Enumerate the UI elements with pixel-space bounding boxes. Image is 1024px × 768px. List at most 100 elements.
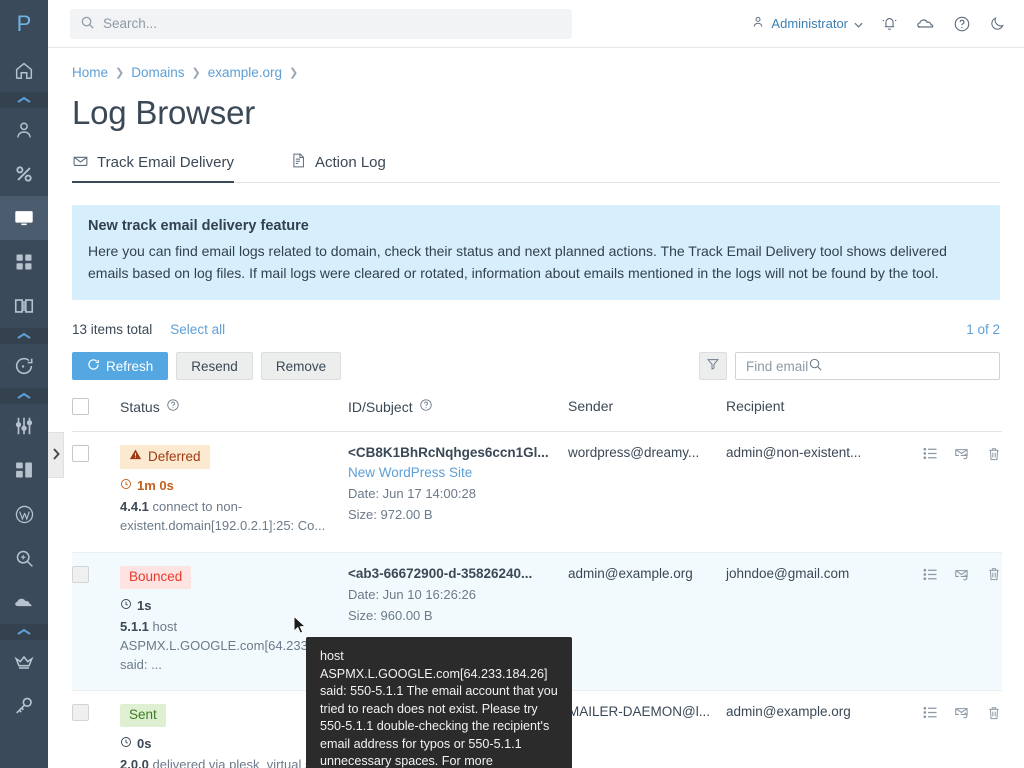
- row-actions: [898, 704, 1002, 724]
- sidebar-item-applications[interactable]: [0, 240, 48, 284]
- sidebar-separator-2: [0, 328, 48, 344]
- resend-envelope-icon[interactable]: [954, 445, 971, 465]
- clock-icon: [120, 736, 132, 751]
- chevron-up-icon: [17, 628, 31, 636]
- header-id-subject[interactable]: ID/Subject: [348, 398, 568, 432]
- row-duration: 1m 0s: [120, 478, 348, 493]
- resend-envelope-icon[interactable]: [954, 566, 971, 586]
- row-actions-cell: [898, 432, 1002, 553]
- find-email-placeholder: Find email: [746, 359, 808, 374]
- find-email-input[interactable]: Find email: [735, 352, 1000, 380]
- breadcrumb-item-domains[interactable]: Domains: [131, 65, 184, 80]
- sidebar-item-service-plans[interactable]: [0, 152, 48, 196]
- row-actions: [898, 566, 1002, 586]
- chevron-up-icon: [17, 332, 31, 340]
- toolbar: Refresh Resend Remove Find email: [72, 352, 1000, 380]
- refresh-button[interactable]: Refresh: [72, 352, 168, 380]
- tab-bar: Track Email Delivery Action Log: [72, 152, 1000, 183]
- restore-icon: [13, 355, 35, 377]
- row-status-message: connect to non-existent.domain[192.0.2.1…: [120, 499, 325, 533]
- row-date: Date: Jun 17 14:00:28: [348, 486, 568, 501]
- cloud-icon[interactable]: [916, 14, 935, 33]
- pagination-indicator[interactable]: 1 of 2: [966, 322, 1000, 337]
- envelope-icon: [72, 152, 89, 173]
- header-status[interactable]: Status: [120, 398, 348, 432]
- row-subject-link[interactable]: New WordPress Site: [348, 465, 568, 480]
- search-icon[interactable]: [808, 357, 823, 375]
- row-size: Size: 972.00 B: [348, 507, 568, 522]
- user-icon: [751, 15, 765, 32]
- select-all-link[interactable]: Select all: [170, 322, 225, 337]
- filter-icon: [706, 357, 720, 376]
- breadcrumb-item-example-org[interactable]: example.org: [208, 65, 282, 80]
- crown-icon: [13, 651, 35, 673]
- help-icon[interactable]: [419, 398, 433, 415]
- select-all-checkbox[interactable]: [72, 398, 89, 415]
- global-search-input[interactable]: Search...: [70, 9, 572, 39]
- sidebar-item-extensions[interactable]: [0, 448, 48, 492]
- sliders-icon: [13, 415, 35, 437]
- sidebar-item-hosting[interactable]: [0, 580, 48, 624]
- sidebar-item-licenses[interactable]: [0, 640, 48, 684]
- delete-trash-icon[interactable]: [986, 705, 1002, 724]
- sidebar-expand-button[interactable]: [48, 432, 64, 478]
- resend-button[interactable]: Resend: [176, 352, 253, 380]
- items-total: 13 items total: [72, 322, 152, 337]
- status-badge: Sent: [120, 704, 166, 727]
- details-list-icon[interactable]: [922, 445, 939, 465]
- filter-button[interactable]: [699, 352, 727, 380]
- sidebar-item-tools-settings[interactable]: [0, 404, 48, 448]
- details-list-icon[interactable]: [922, 566, 939, 586]
- details-list-icon[interactable]: [922, 704, 939, 724]
- help-icon[interactable]: [953, 15, 971, 33]
- row-checkbox[interactable]: [72, 566, 89, 583]
- sidebar-item-customers[interactable]: [0, 108, 48, 152]
- header-recipient[interactable]: Recipient: [726, 398, 898, 432]
- resend-envelope-icon[interactable]: [954, 704, 971, 724]
- row-sender: wordpress@dreamy...: [568, 432, 726, 553]
- remove-button[interactable]: Remove: [261, 352, 341, 380]
- status-label: Deferred: [148, 449, 201, 466]
- sidebar-item-websites-domains[interactable]: [0, 196, 48, 240]
- delete-trash-icon[interactable]: [986, 446, 1002, 465]
- warning-triangle-icon: [129, 448, 142, 466]
- row-duration-label: 1m 0s: [137, 478, 174, 493]
- table-row[interactable]: Deferred 1m 0s 4.4.1 connect to non-exi: [72, 432, 1002, 553]
- notice-body: Here you can find email logs related to …: [88, 241, 984, 284]
- log-document-icon: [290, 152, 307, 173]
- search-icon: [80, 15, 103, 33]
- sidebar: P: [0, 0, 48, 768]
- grid-icon: [14, 252, 34, 272]
- sidebar-item-docs[interactable]: [0, 284, 48, 328]
- help-icon[interactable]: [166, 398, 180, 415]
- row-checkbox[interactable]: [72, 704, 89, 721]
- sidebar-item-backup-manager[interactable]: [0, 344, 48, 388]
- status-detail-tooltip: host ASPMX.L.GOOGLE.com[64.233.184.26] s…: [306, 637, 572, 768]
- header-status-label: Status: [120, 399, 160, 415]
- night-mode-icon[interactable]: [989, 15, 1006, 32]
- header-actions: [898, 398, 1002, 432]
- sidebar-item-home[interactable]: [0, 48, 48, 92]
- sidebar-item-wordpress[interactable]: [0, 492, 48, 536]
- tab-track-email-delivery[interactable]: Track Email Delivery: [72, 152, 248, 182]
- sidebar-item-ssh-keys[interactable]: [0, 684, 48, 728]
- row-status-code: 2.0.0: [120, 757, 149, 768]
- tab-action-log[interactable]: Action Log: [290, 152, 400, 182]
- header-id-subject-label: ID/Subject: [348, 399, 413, 415]
- percent-icon: [13, 163, 35, 185]
- status-label: Sent: [129, 707, 157, 724]
- list-meta: 13 items total Select all 1 of 2: [72, 322, 1000, 337]
- header-sender[interactable]: Sender: [568, 398, 726, 432]
- notifications-bell-icon[interactable]: [881, 15, 898, 32]
- account-name: Administrator: [771, 16, 848, 31]
- app-root: P: [0, 0, 1024, 768]
- breadcrumb-item-home[interactable]: Home: [72, 65, 108, 80]
- plesk-logo[interactable]: P: [0, 0, 48, 48]
- sidebar-item-seo-toolkit[interactable]: [0, 536, 48, 580]
- row-duration-label: 1s: [137, 598, 151, 613]
- chevron-right-icon: ❯: [192, 66, 201, 79]
- delete-trash-icon[interactable]: [986, 566, 1002, 585]
- account-menu[interactable]: Administrator: [751, 15, 863, 32]
- feature-notice: New track email delivery feature Here yo…: [72, 205, 1000, 300]
- row-checkbox[interactable]: [72, 445, 89, 462]
